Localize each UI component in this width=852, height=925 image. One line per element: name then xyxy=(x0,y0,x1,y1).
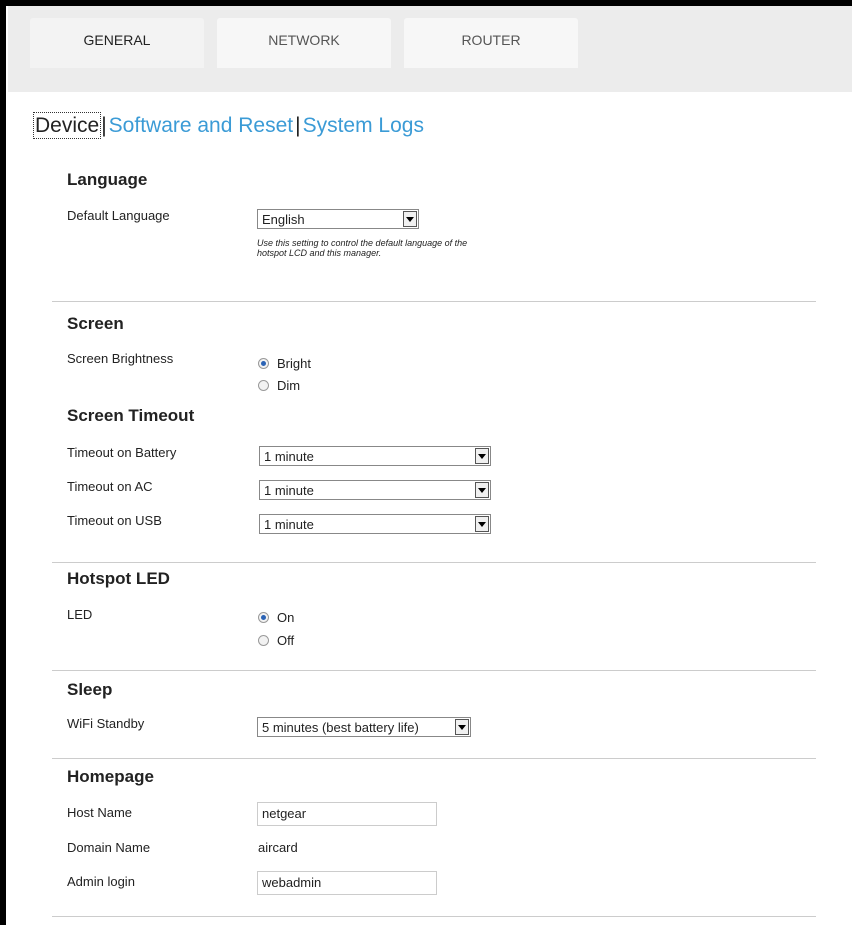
chevron-down-icon xyxy=(475,482,489,498)
radio-on-label: On xyxy=(277,610,295,625)
radio-unchecked-icon xyxy=(258,380,269,391)
radio-dim[interactable]: Dim xyxy=(258,378,300,393)
default-language-value: English xyxy=(262,212,305,227)
timeout-ac-select[interactable]: 1 minute xyxy=(259,480,491,500)
tab-network[interactable]: NETWORK xyxy=(217,18,391,68)
subnav-separator: | xyxy=(101,114,107,137)
subnav-system-logs[interactable]: System Logs xyxy=(303,114,424,137)
domain-name-label: Domain Name xyxy=(67,840,151,855)
section-title-sleep: Sleep xyxy=(67,680,113,699)
screen-brightness-label: Screen Brightness xyxy=(67,351,174,366)
radio-bright[interactable]: Bright xyxy=(258,356,311,371)
subnav-software-and-reset[interactable]: Software and Reset xyxy=(109,114,293,137)
admin-login-input[interactable]: webadmin xyxy=(257,871,437,895)
radio-unchecked-icon xyxy=(258,635,269,646)
timeout-battery-select[interactable]: 1 minute xyxy=(259,446,491,466)
tab-general[interactable]: GENERAL xyxy=(30,18,204,68)
tab-router[interactable]: ROUTER xyxy=(404,18,578,68)
radio-dim-label: Dim xyxy=(277,378,301,393)
radio-led-off[interactable]: Off xyxy=(258,633,294,648)
subnav-device[interactable]: Device xyxy=(32,112,102,139)
wifi-standby-value: 5 minutes (best battery life) xyxy=(262,720,419,735)
timeout-battery-label: Timeout on Battery xyxy=(67,445,177,460)
divider xyxy=(52,758,816,759)
subnav-separator: | xyxy=(295,114,301,137)
wifi-standby-label: WiFi Standby xyxy=(67,716,145,731)
default-language-label: Default Language xyxy=(67,208,170,223)
tab-bar: GENERAL NETWORK ROUTER xyxy=(8,6,852,92)
radio-checked-icon xyxy=(258,358,269,369)
chevron-down-icon xyxy=(455,719,469,735)
radio-bright-label: Bright xyxy=(277,356,311,371)
divider xyxy=(52,670,816,671)
host-name-label: Host Name xyxy=(67,805,133,820)
timeout-usb-label: Timeout on USB xyxy=(67,513,162,528)
sub-navigation: Device|Software and Reset|System Logs xyxy=(32,112,424,139)
radio-led-on[interactable]: On xyxy=(258,610,294,625)
divider xyxy=(52,916,816,917)
radio-checked-icon xyxy=(258,612,269,623)
section-title-homepage: Homepage xyxy=(67,767,154,786)
timeout-battery-value: 1 minute xyxy=(264,449,314,464)
section-title-screen: Screen xyxy=(67,314,124,333)
chevron-down-icon xyxy=(403,211,417,227)
wifi-standby-select[interactable]: 5 minutes (best battery life) xyxy=(257,717,471,737)
timeout-usb-value: 1 minute xyxy=(264,517,314,532)
window-frame-left xyxy=(0,0,6,925)
timeout-ac-value: 1 minute xyxy=(264,483,314,498)
language-help-text: Use this setting to control the default … xyxy=(257,238,468,258)
domain-name-value: aircard xyxy=(258,840,298,855)
admin-login-label: Admin login xyxy=(67,874,135,889)
divider xyxy=(52,562,816,563)
divider xyxy=(52,301,816,302)
section-title-screen-timeout: Screen Timeout xyxy=(67,406,195,425)
radio-off-label: Off xyxy=(277,633,295,648)
timeout-usb-select[interactable]: 1 minute xyxy=(259,514,491,534)
default-language-select[interactable]: English xyxy=(257,209,419,229)
section-title-language: Language xyxy=(67,170,148,189)
chevron-down-icon xyxy=(475,516,489,532)
section-title-hotspot-led: Hotspot LED xyxy=(67,569,170,588)
timeout-ac-label: Timeout on AC xyxy=(67,479,153,494)
settings-panel: Device|Software and Reset|System Logs La… xyxy=(22,92,852,925)
led-label: LED xyxy=(67,607,93,622)
host-name-input[interactable]: netgear xyxy=(257,802,437,826)
chevron-down-icon xyxy=(475,448,489,464)
